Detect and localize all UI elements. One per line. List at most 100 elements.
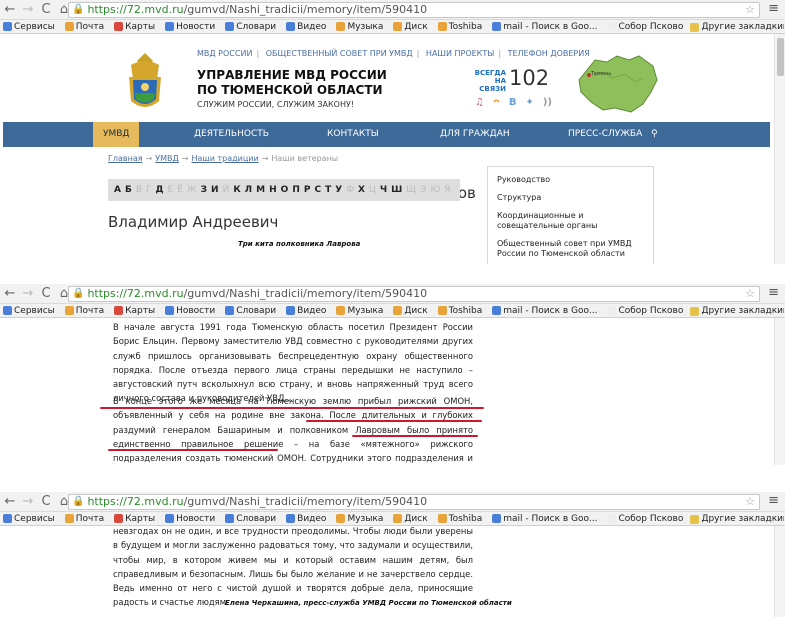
bookmark-item[interactable]: Видео [283,514,326,524]
region-map-image[interactable]: Тюмень [573,52,661,115]
sidebar-item[interactable]: Структура [497,193,653,203]
top-link[interactable]: ОБЩЕСТВЕННЫЙ СОВЕТ ПРИ УМВД [266,49,413,58]
reload-button[interactable]: C [38,2,54,18]
back-button[interactable]: ← [2,2,18,18]
alphabet-letter[interactable]: Ч [380,185,387,195]
alphabet-letter[interactable]: Н [269,185,277,195]
folder-icon [690,514,700,524]
music-note-icon[interactable]: ♫ [475,97,484,108]
bookmark-item[interactable]: Toshiba [435,306,482,316]
other-bookmarks-folder[interactable]: Другие закладки [683,512,783,525]
nav-item-press[interactable]: ПРЕСС-СЛУЖБА [568,129,642,139]
alphabet-letter[interactable]: О [281,185,289,195]
hotline-number[interactable]: 102 [509,66,549,90]
bookmark-star-icon[interactable]: ☆ [745,287,755,301]
address-bar[interactable]: 🔒 https://72.mvd.ru/gumvd/Nashi_tradicii… [68,286,760,302]
address-bar[interactable]: 🔒 https://72.mvd.ru/gumvd/Nashi_tradicii… [68,2,760,18]
rss-icon[interactable]: )) [543,97,552,108]
bookmark-star-icon[interactable]: ☆ [745,495,755,509]
nav-item-activity[interactable]: ДЕЯТЕЛЬНОСТЬ [194,129,269,139]
bookmark-item[interactable]: Сервисы [0,514,55,524]
browser-menu-icon[interactable]: ≡ [768,1,779,16]
browser-menu-icon[interactable]: ≡ [768,493,779,508]
browser-menu-icon[interactable]: ≡ [768,285,779,300]
alphabet-letter[interactable]: С [314,185,321,195]
back-button[interactable]: ← [2,286,18,302]
bookmark-item[interactable]: Музыка [333,22,383,32]
twitter-icon[interactable]: ✦ [525,97,533,108]
alphabet-letter[interactable]: Х [358,185,365,195]
scrollbar[interactable] [774,318,785,465]
alphabet-letter[interactable]: К [233,185,240,195]
other-bookmarks-folder[interactable]: Другие закладки [683,20,783,33]
bookmark-item[interactable]: Toshiba [435,22,482,32]
bookmark-item[interactable]: Новости [162,306,215,316]
other-bookmarks-folder[interactable]: Другие закладки [683,304,783,317]
alphabet-letter[interactable]: Л [245,185,252,195]
bookmark-star-icon[interactable]: ☆ [745,3,755,17]
bookmark-item[interactable]: Видео [283,306,326,316]
alphabet-letter[interactable]: А [114,185,121,195]
alphabet-letter[interactable]: З [201,185,207,195]
forward-button[interactable]: → [20,2,36,18]
reload-button[interactable]: C [38,286,54,302]
bookmark-item[interactable]: Карты [111,22,155,32]
top-link[interactable]: НАШИ ПРОЕКТЫ [426,49,494,58]
bookmark-item[interactable]: Почта [62,306,104,316]
bookmark-item[interactable]: Диск [390,306,428,316]
nav-item-citizens[interactable]: ДЛЯ ГРАЖДАН [440,129,510,139]
breadcrumb-link[interactable]: УМВД [155,154,179,163]
site-slogan: СЛУЖИМ РОССИИ, СЛУЖИМ ЗАКОНУ! [197,100,355,109]
sidebar-item[interactable]: Руководство [497,175,653,185]
bookmark-item[interactable]: Словари [222,514,276,524]
sidebar-item[interactable]: Координационные и совещательные органы [497,211,653,231]
alphabet-letter[interactable]: Т [325,185,331,195]
alphabet-letter[interactable]: Д [156,185,164,195]
bookmark-item[interactable]: Toshiba [435,514,482,524]
alphabet-letter[interactable]: П [292,185,300,195]
forward-button[interactable]: → [20,286,36,302]
bookmark-item[interactable]: Новости [162,514,215,524]
bookmark-item[interactable]: Сервисы [0,22,55,32]
bookmark-item[interactable]: Видео [283,22,326,32]
bookmark-item[interactable]: Словари [222,22,276,32]
back-button[interactable]: ← [2,494,18,510]
alphabet-letter[interactable]: И [211,185,219,195]
alphabet-letter[interactable]: М [256,185,265,195]
bookmark-item[interactable]: Сервисы [0,306,55,316]
bookmark-item[interactable]: Музыка [333,514,383,524]
bookmark-item[interactable]: Карты [111,514,155,524]
bookmark-item[interactable]: Диск [390,22,428,32]
forward-button[interactable]: → [20,494,36,510]
bookmark-item[interactable]: Словари [222,306,276,316]
nav-item-contacts[interactable]: КОНТАКТЫ [327,129,379,139]
sidebar-item[interactable]: Общественный совет при УМВД России по Тю… [497,239,653,259]
breadcrumb-link[interactable]: Наши традиции [191,154,258,163]
search-icon[interactable]: ⚲ [651,129,658,139]
address-bar[interactable]: 🔒 https://72.mvd.ru/gumvd/Nashi_tradicii… [68,494,760,510]
site-title[interactable]: УПРАВЛЕНИЕ МВД РОССИИ ПО ТЮМЕНСКОЙ ОБЛАС… [197,68,397,98]
bookmark-item[interactable]: Музыка [333,306,383,316]
alphabet-letter[interactable]: Б [125,185,132,195]
alphabet-letter[interactable]: У [335,185,342,195]
alphabet-letter[interactable]: Ш [391,185,402,195]
top-link[interactable]: МВД РОССИИ [197,49,252,58]
bookmark-item[interactable]: Почта [62,22,104,32]
nav-item-umvd[interactable]: УМВД [93,122,140,147]
scrollbar-thumb[interactable] [777,38,784,76]
bookmark-item[interactable]: Диск [390,514,428,524]
breadcrumb-link[interactable]: Главная [108,154,143,163]
bookmark-item[interactable]: Почта [62,514,104,524]
bookmark-item[interactable]: mail - Поиск в Goo... [489,22,597,32]
bookmark-item[interactable]: Карты [111,306,155,316]
reload-button[interactable]: C [38,494,54,510]
ok-icon[interactable]: ᴖ [493,97,500,108]
vk-icon[interactable]: B [509,97,517,108]
bookmark-item[interactable]: mail - Поиск в Goo... [489,514,597,524]
alphabet-letter[interactable]: Р [304,185,311,195]
bookmark-item[interactable]: mail - Поиск в Goo... [489,306,597,316]
scrollbar[interactable] [774,34,785,264]
bookmark-item[interactable]: Новости [162,22,215,32]
bookmark-favicon-icon [286,514,296,523]
scrollbar[interactable] [774,526,785,617]
